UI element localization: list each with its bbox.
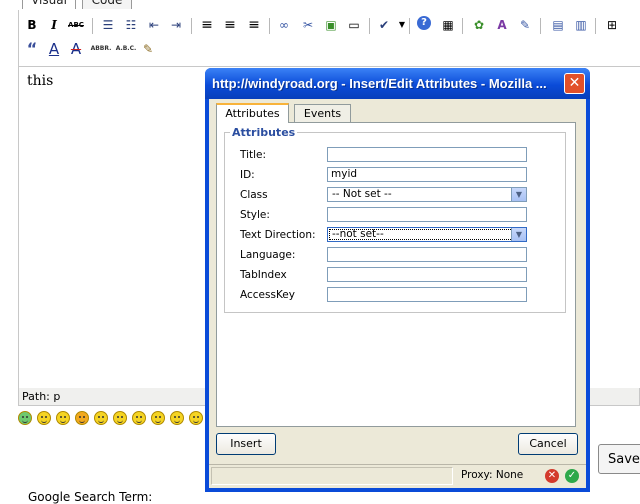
tab-attributes[interactable]: Attributes <box>216 103 289 123</box>
italic-icon[interactable]: I <box>45 16 63 34</box>
smiley-mad-icon[interactable] <box>170 411 184 425</box>
chevron-down-icon[interactable]: ▼ <box>511 188 526 201</box>
id-label: ID: <box>240 169 255 181</box>
check-icon[interactable]: ✓ <box>565 469 579 483</box>
accesskey-label: AccessKey <box>240 289 295 301</box>
font-color-icon[interactable]: A <box>493 16 511 34</box>
text-direction-value: --not set-- <box>332 228 384 240</box>
smiley-laugh-icon[interactable] <box>189 411 203 425</box>
class-select-value: -- Not set -- <box>332 188 392 200</box>
dialog-titlebar[interactable]: http://windyroad.org - Insert/Edit Attri… <box>205 68 590 99</box>
align-center-icon[interactable]: ≡ <box>221 16 239 34</box>
class-label: Class <box>240 189 268 201</box>
title-label: Title: <box>240 149 267 161</box>
proxy-status: Proxy: None <box>461 469 524 481</box>
bold-icon[interactable]: B <box>23 16 41 34</box>
google-search-label: Google Search Term: <box>28 490 153 504</box>
attributes-dialog: http://windyroad.org - Insert/Edit Attri… <box>205 68 590 492</box>
insert-row-icon[interactable]: ⊞ <box>603 16 621 34</box>
image-icon[interactable]: ▣ <box>322 16 340 34</box>
attributes-panel: Attributes Title: ID: myid Class -- Not … <box>216 122 576 427</box>
dialog-client: Attributes Events Attributes Title: ID: … <box>209 99 586 464</box>
fieldset-legend: Attributes <box>230 126 298 139</box>
status-cell-main <box>211 467 453 485</box>
style-label: Style: <box>240 209 270 221</box>
table-icon[interactable]: ▦ <box>439 16 457 34</box>
language-label: Language: <box>240 249 296 261</box>
tab-events[interactable]: Events <box>294 104 351 122</box>
editor-text[interactable]: this <box>27 73 53 89</box>
cancel-button[interactable]: Cancel <box>518 433 578 455</box>
dialog-statusbar: Proxy: None ✕ ✓ <box>209 464 586 488</box>
attributes-fieldset: Attributes Title: ID: myid Class -- Not … <box>224 126 566 313</box>
smiley-arrow-icon[interactable] <box>75 411 89 425</box>
blockquote-icon[interactable]: “ <box>23 40 41 58</box>
smiley-grin-icon[interactable] <box>18 411 32 425</box>
dialog-title: http://windyroad.org - Insert/Edit Attri… <box>212 76 547 91</box>
chevron-down-icon[interactable]: ▼ <box>511 228 526 241</box>
page-break-icon[interactable]: ▭ <box>345 16 363 34</box>
accesskey-input[interactable] <box>327 287 527 302</box>
id-input[interactable]: myid <box>327 167 527 182</box>
tab-code[interactable]: Code <box>82 0 132 9</box>
style-input[interactable] <box>327 207 527 222</box>
smiley-neutral-icon[interactable] <box>37 411 51 425</box>
smiley-happy-icon[interactable] <box>113 411 127 425</box>
text-direction-label: Text Direction: <box>240 229 316 241</box>
save-button[interactable]: Save <box>598 444 640 474</box>
smiley-cool-icon[interactable] <box>94 411 108 425</box>
help-icon[interactable]: ? <box>417 16 431 30</box>
align-left-icon[interactable]: ≡ <box>198 16 216 34</box>
strikethrough-icon[interactable]: ABC <box>67 16 85 34</box>
remove-format-icon[interactable]: A <box>67 40 85 58</box>
insert-button[interactable]: Insert <box>216 433 276 455</box>
indent-icon[interactable]: ⇥ <box>167 16 185 34</box>
cell-props-icon[interactable]: ▤ <box>549 16 567 34</box>
align-right-icon[interactable]: ≡ <box>245 16 263 34</box>
edit-icon[interactable]: ✎ <box>516 16 534 34</box>
tab-visual[interactable]: Visual <box>22 0 76 9</box>
title-input[interactable] <box>327 147 527 162</box>
smiley-evil-icon[interactable] <box>56 411 70 425</box>
text-direction-select[interactable]: --not set-- ▼ <box>327 227 527 242</box>
tabindex-input[interactable] <box>327 267 527 282</box>
smiley-wink-icon[interactable] <box>151 411 165 425</box>
unlink-icon[interactable]: ✂ <box>299 16 317 34</box>
numbered-list-icon[interactable]: ☷ <box>122 16 140 34</box>
editor-toolbar: B I ABC ☰ ☷ ⇤ ⇥ ≡ ≡ ≡ ∞ ✂ ▣ ▭ ✔ ▼ ? ▦ ✿ … <box>18 10 640 66</box>
row-props-icon[interactable]: ▥ <box>572 16 590 34</box>
bulleted-list-icon[interactable]: ☰ <box>99 16 117 34</box>
tabindex-label: TabIndex <box>240 269 287 281</box>
text-color-icon[interactable]: A <box>45 40 63 58</box>
close-icon[interactable]: ✕ <box>564 73 585 94</box>
attributes-icon[interactable]: ✎ <box>139 40 157 58</box>
abbreviation-icon[interactable]: ABBR. <box>89 40 113 58</box>
outdent-icon[interactable]: ⇤ <box>145 16 163 34</box>
link-icon[interactable]: ∞ <box>275 16 293 34</box>
spellcheck-icon[interactable]: ✔ <box>375 16 393 34</box>
block-icon[interactable]: ✕ <box>545 469 559 483</box>
class-select[interactable]: -- Not set -- ▼ <box>327 187 527 202</box>
smiley-smile-icon[interactable] <box>132 411 146 425</box>
insert-graphic-icon[interactable]: ✿ <box>470 16 488 34</box>
language-input[interactable] <box>327 247 527 262</box>
acronym-icon[interactable]: A.B.C. <box>114 40 138 58</box>
